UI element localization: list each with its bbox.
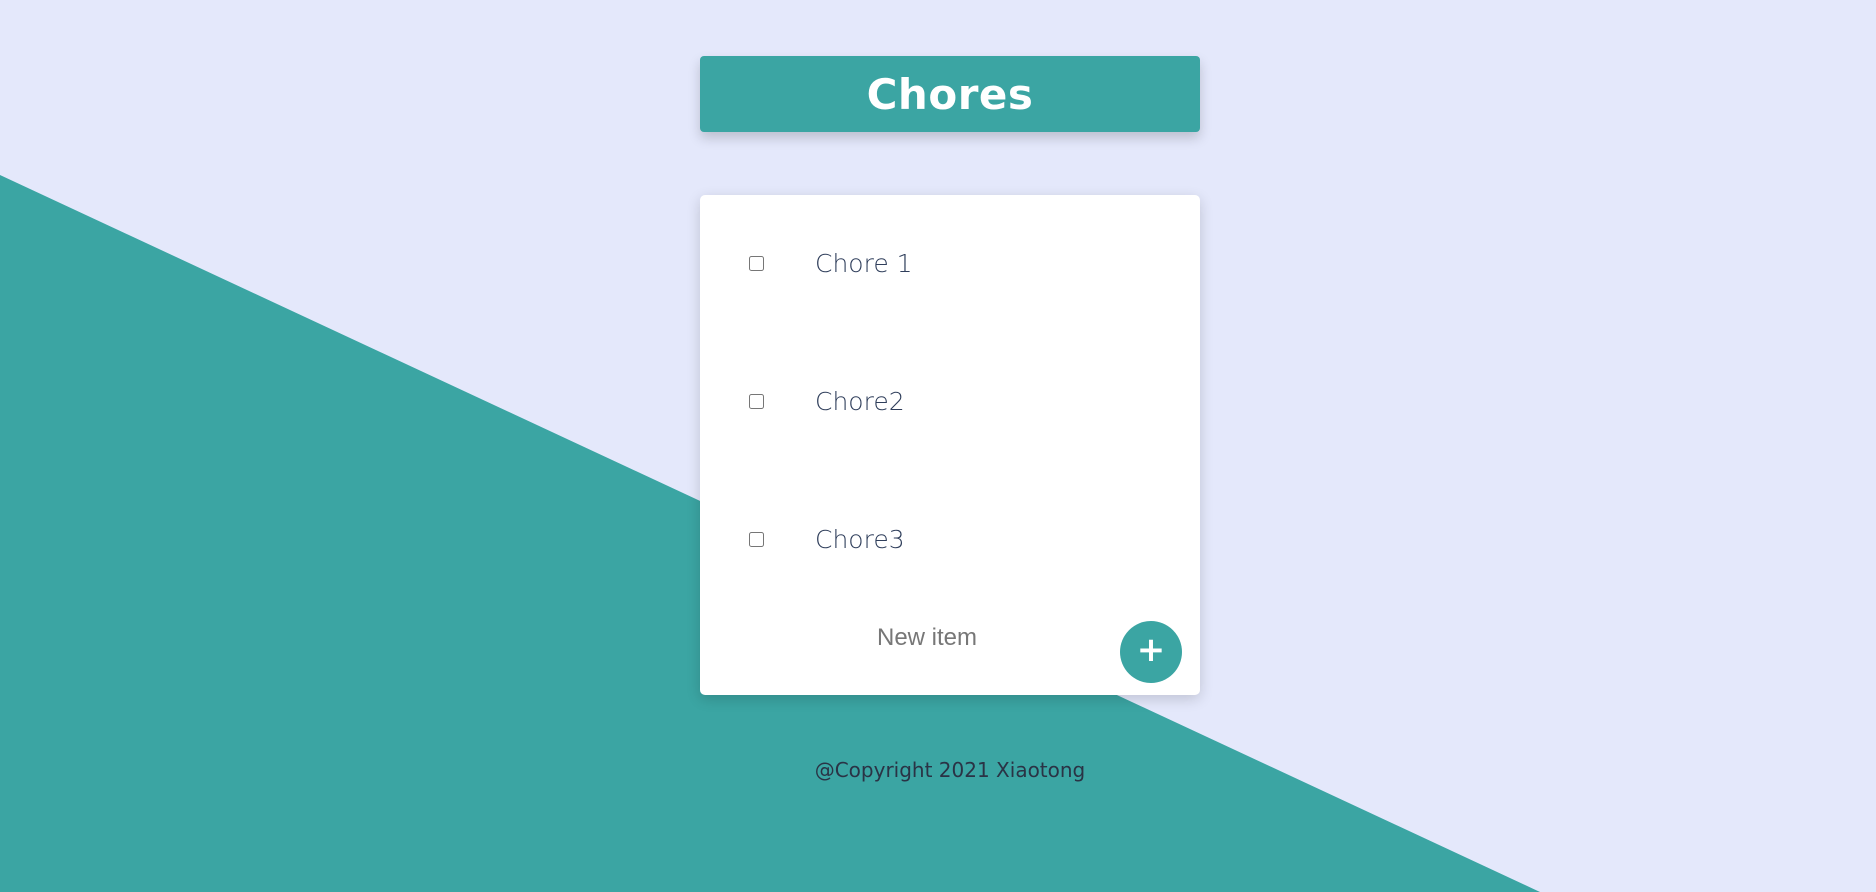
add-item-button[interactable]: +	[1120, 621, 1182, 683]
page-title: Chores	[866, 69, 1034, 119]
item-label: Chore2	[815, 386, 905, 416]
list-item[interactable]: Chore3	[700, 509, 1200, 569]
item-checkbox[interactable]	[749, 531, 764, 547]
list-item[interactable]: Chore2	[700, 371, 1200, 431]
item-checkbox[interactable]	[749, 255, 764, 271]
list-item[interactable]: Chore 1	[700, 233, 1200, 293]
item-checkbox[interactable]	[749, 393, 764, 409]
item-label: Chore3	[815, 524, 905, 554]
copyright-footer: @Copyright 2021 Xiaotong	[814, 758, 1086, 782]
header-banner: Chores	[700, 56, 1200, 132]
new-item-input[interactable]	[760, 615, 1094, 661]
plus-icon: +	[1136, 630, 1166, 670]
item-label: Chore 1	[815, 248, 913, 278]
todo-card: Chore 1 Chore2 Chore3 +	[700, 195, 1200, 695]
